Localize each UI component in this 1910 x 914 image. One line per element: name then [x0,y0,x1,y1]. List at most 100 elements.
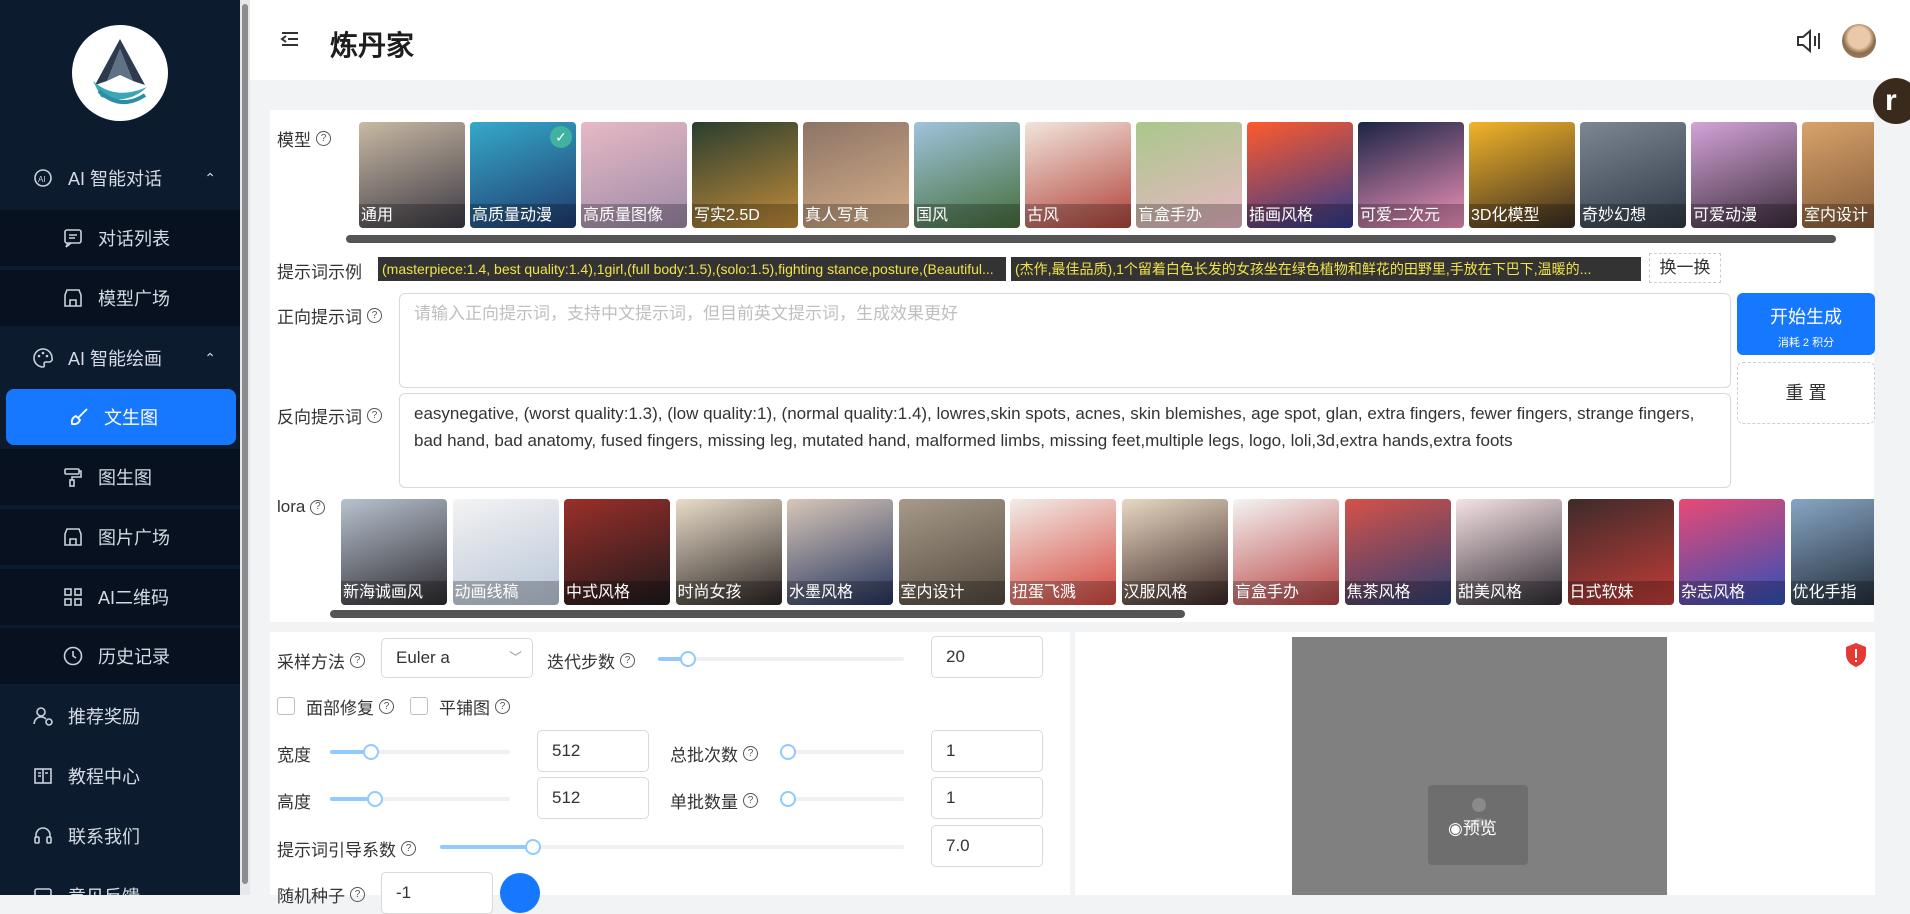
check-icon: ✓ [550,126,572,148]
preview-label: ◉预览 [1448,819,1497,838]
sidebar-item[interactable]: 推荐奖励 [0,688,240,744]
lora-card[interactable]: 时尚女孩 [675,499,782,605]
steps-slider[interactable] [658,651,904,667]
lora-card[interactable]: 水墨风格 [787,499,893,605]
roller-brush-icon [62,466,84,488]
positive-prompt-input[interactable]: 请输入正向提示词，支持中文提示词，但目前英文提示词，生成效果更好 [399,293,1731,388]
model-card[interactable]: 可爱动漫 [1691,122,1797,228]
width-slider[interactable] [330,744,510,760]
steps-input[interactable]: 20 [931,636,1043,678]
store-icon [62,526,84,548]
width-input[interactable]: 512 [537,730,649,772]
menu-fold-icon[interactable] [280,30,300,53]
shield-alert-icon[interactable] [1844,642,1868,673]
model-card[interactable]: 古风 [1025,122,1131,228]
sidebar-item[interactable]: 图片广场 [0,509,240,565]
sidebar-item[interactable]: 联系我们 [0,808,240,864]
model-card[interactable]: 真人写真 [803,122,909,228]
sampler-select[interactable]: Euler a ﹀ [381,638,533,678]
speaker-icon[interactable] [1795,28,1823,59]
model-card[interactable]: 3D化模型 [1469,122,1575,228]
tile-checkbox[interactable] [410,697,428,715]
model-card-label: 国风 [914,204,1020,228]
help-icon: ? [310,499,326,515]
example-prompt[interactable]: (杰作,最佳品质),1个留着白色长发的女孩坐在绿色植物和鲜花的田野里,手放在下巴… [1011,257,1641,281]
face-fix-checkbox[interactable] [277,697,295,715]
floating-button[interactable]: r [1873,78,1910,124]
model-strip[interactable]: 通用 高质量动漫 ✓ 高质量图像 写实2.5D 真人写真 国风 古风 盲盒手办 插画风格 可爱二次元… [359,122,1874,230]
lora-card[interactable]: 焦茶风格 [1344,499,1451,605]
lora-card[interactable]: 扭蛋飞溅 [1010,499,1116,605]
help-icon: ? [367,408,382,423]
model-card[interactable]: 奇妙幻想 [1580,122,1686,228]
help-icon: ? [350,653,365,668]
sidebar-item-label: AI二维码 [98,588,170,608]
batch-count-slider[interactable] [780,744,904,760]
seed-input[interactable]: -1 [381,872,493,914]
model-card[interactable]: 国风 [914,122,1020,228]
user-avatar[interactable] [1842,24,1876,58]
lora-card[interactable]: 汉服风格 [1121,499,1228,605]
sidebar-scrollbar[interactable] [240,0,250,895]
batch-size-slider[interactable] [780,791,904,807]
model-strip-scrollbar[interactable] [346,235,1836,243]
sidebar-item[interactable]: AI二维码 [0,569,240,625]
model-card[interactable]: 写实2.5D [692,122,798,228]
lora-card[interactable]: 室内设计 [898,499,1005,605]
eye-icon: ◉ [1448,819,1463,838]
model-card[interactable]: 高质量动漫 ✓ [470,122,576,228]
lora-card[interactable]: 盲盒手办 [1233,499,1339,605]
lora-strip[interactable]: 新海诚画风 动画线稿 中式风格 时尚女孩 水墨风格 室内设计 扭蛋飞溅 汉服风格 盲盒手办 焦茶风… [341,499,1874,607]
lora-card[interactable]: 优化手指 [1790,499,1874,605]
model-card[interactable]: 室内设计 [1802,122,1874,228]
brush-icon [68,406,90,428]
model-card[interactable]: 盲盒手办 [1136,122,1242,228]
sidebar-item[interactable]: 对话列表 [0,210,240,266]
lora-card[interactable]: 新海诚画风 [341,499,447,605]
lora-card[interactable]: 日式软妹 [1567,499,1674,605]
sidebar-item[interactable]: AI AI 智能对话 ⌃ [0,150,240,206]
batch-count-input[interactable]: 1 [931,730,1043,772]
sidebar-item-label: 文生图 [104,408,158,428]
lora-strip-scrollbar[interactable] [330,610,1185,618]
height-slider[interactable] [330,791,510,807]
sidebar-item[interactable]: 模型广场 [0,270,240,326]
help-icon: ? [743,793,758,808]
negative-prompt-input[interactable]: easynegative, (worst quality:1.3), (low … [399,393,1731,488]
chevron-up-icon[interactable]: ⌃ [204,350,216,367]
sidebar-item[interactable]: 文生图 [6,389,236,445]
lora-card[interactable]: 甜美风格 [1456,499,1562,605]
model-card[interactable]: 高质量图像 [581,122,687,228]
batch-size-label: 单批数量? [670,788,758,813]
qrcode-icon [62,586,84,608]
cfg-input[interactable]: 7.0 [931,825,1043,867]
preview-button[interactable]: ◉预览 [1428,785,1528,865]
model-card-label: 写实2.5D [692,204,798,228]
refresh-examples-button[interactable]: 换一换 [1649,253,1721,283]
chevron-down-icon: ﹀ [508,650,522,665]
example-prompt[interactable]: (masterpiece:1.4, best quality:1.4),1gir… [378,257,1006,281]
lora-card[interactable]: 动画线稿 [452,499,559,605]
sidebar-item[interactable]: 意见反馈 [0,868,240,895]
batch-size-input[interactable]: 1 [931,777,1043,819]
sidebar-item[interactable]: 历史记录 [0,628,240,684]
reset-button[interactable]: 重 置 [1737,362,1875,424]
generate-button[interactable]: 开始生成 消耗 2 积分 [1737,293,1875,355]
model-card-label: 可爱二次元 [1358,204,1464,228]
lora-card-label: 甜美风格 [1456,581,1562,605]
sidebar-item[interactable]: AI 智能绘画 ⌃ [0,330,240,386]
chevron-up-icon[interactable]: ⌃ [204,170,216,187]
model-card[interactable]: 可爱二次元 [1358,122,1464,228]
face-fix-label: 面部修复? [306,694,394,719]
lora-card[interactable]: 中式风格 [564,499,670,605]
model-card[interactable]: 插画风格 [1247,122,1353,228]
random-seed-button[interactable] [500,873,540,913]
model-card[interactable]: 通用 [359,122,465,228]
positive-prompt-label: 正向提示词? [277,303,382,328]
cfg-slider[interactable] [440,839,904,855]
sidebar-item[interactable]: 图生图 [0,449,240,505]
lora-card[interactable]: 杂志风格 [1679,499,1785,605]
lora-card-label: 动画线稿 [452,581,559,605]
sidebar-item[interactable]: 教程中心 [0,748,240,804]
height-input[interactable]: 512 [537,777,649,819]
